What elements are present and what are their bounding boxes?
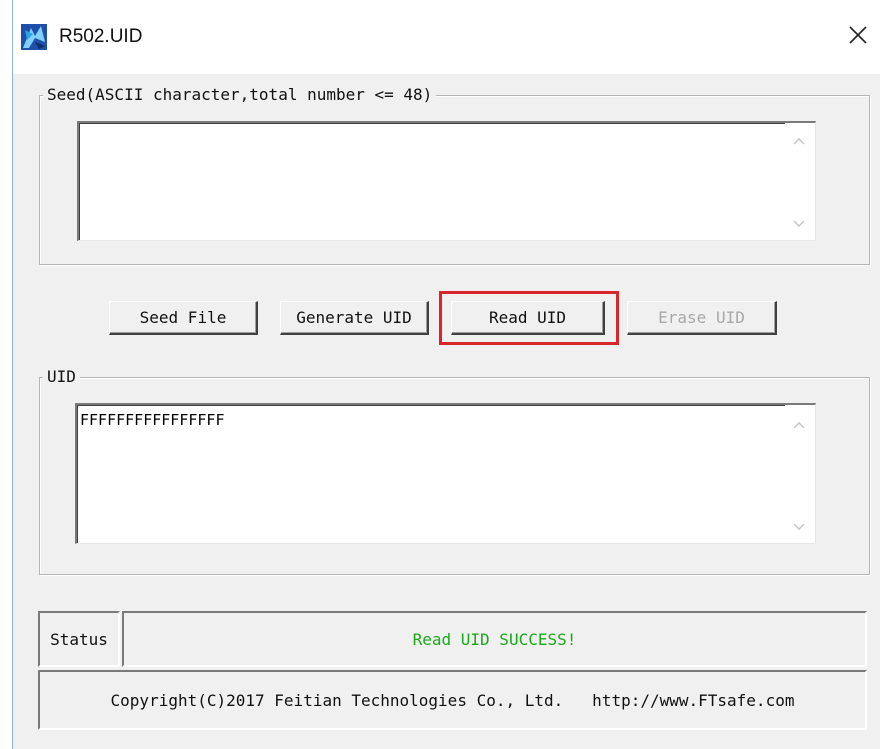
- seed-scrollbar[interactable]: [785, 123, 815, 240]
- status-message: Read UID SUCCESS!: [122, 611, 867, 667]
- erase-uid-button: Erase UID: [627, 301, 777, 335]
- copyright-text: Copyright(C)2017 Feitian Technologies Co…: [38, 670, 867, 730]
- uid-group-label: UID: [43, 367, 80, 386]
- uid-scrollbar[interactable]: [785, 405, 815, 543]
- status-label: Status: [38, 611, 120, 667]
- seed-group-label: Seed(ASCII character,total number <= 48): [43, 85, 437, 104]
- scroll-up-arrow-icon[interactable]: [793, 137, 805, 145]
- read-uid-highlight-box: [439, 291, 619, 345]
- seed-input[interactable]: [77, 121, 816, 241]
- title-bar: R502.UID: [13, 0, 880, 74]
- close-icon: [849, 26, 867, 44]
- scroll-down-arrow-icon[interactable]: [793, 523, 805, 531]
- generate-uid-button[interactable]: Generate UID: [280, 301, 429, 335]
- uid-tool-window: R502.UID Seed(ASCII character,total numb…: [12, 0, 880, 749]
- close-button[interactable]: [841, 18, 875, 52]
- uid-output[interactable]: FFFFFFFFFFFFFFFF: [75, 403, 816, 544]
- seed-file-button[interactable]: Seed File: [109, 301, 258, 335]
- uid-output-text: FFFFFFFFFFFFFFFF: [80, 411, 225, 429]
- window-title: R502.UID: [59, 26, 143, 47]
- app-icon: [21, 24, 47, 50]
- scroll-up-arrow-icon[interactable]: [793, 421, 805, 429]
- scroll-down-arrow-icon[interactable]: [793, 220, 805, 228]
